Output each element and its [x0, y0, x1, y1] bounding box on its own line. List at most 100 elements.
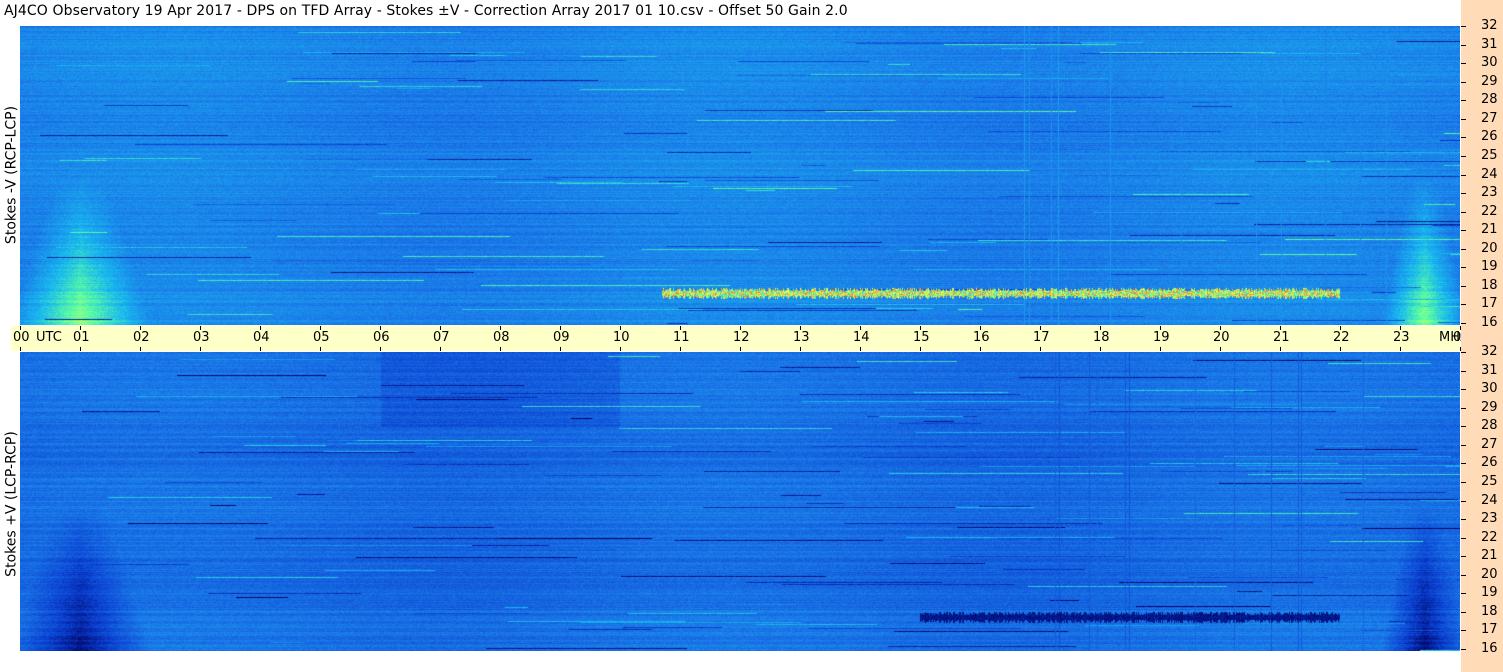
freq-tick-mark — [1461, 537, 1466, 539]
time-tick-label: 13 — [793, 330, 810, 345]
freq-tick-label: 19 — [1481, 585, 1498, 601]
freq-tick-mark — [1461, 593, 1466, 595]
time-tick-label: 02 — [133, 330, 150, 345]
time-tick-mark — [380, 347, 381, 351]
time-tick-mark — [1100, 347, 1101, 351]
freq-tick-label: 16 — [1481, 641, 1498, 656]
time-tick-mark — [680, 347, 681, 351]
freq-tick-mark — [1461, 389, 1466, 391]
time-tick-mark — [740, 347, 741, 351]
time-tick-mark — [620, 347, 621, 351]
time-tick-label: 20 — [1213, 330, 1230, 345]
freq-tick-label: 21 — [1481, 548, 1498, 564]
freq-tick-mark — [1461, 137, 1466, 139]
freq-tick-mark — [1461, 649, 1466, 650]
spectrogram-top-canvas — [20, 26, 1460, 325]
time-tick-label: 07 — [433, 330, 450, 345]
freq-tick-label: 25 — [1481, 147, 1498, 163]
time-tick-mark — [20, 347, 21, 351]
freq-tick-label: 31 — [1481, 362, 1498, 378]
freq-tick-label: 23 — [1481, 511, 1498, 527]
time-tick-label: 11 — [673, 330, 690, 345]
freq-tick-label: 29 — [1481, 73, 1498, 89]
time-tick-mark — [260, 347, 261, 351]
spectrogram-bottom-canvas — [20, 352, 1460, 651]
freq-tick-label: 27 — [1481, 110, 1498, 126]
freq-tick-mark — [1461, 481, 1466, 483]
freq-tick-mark — [1461, 463, 1466, 465]
freq-tick-mark — [1461, 118, 1466, 120]
time-tick-label: 22 — [1333, 330, 1350, 345]
freq-tick-label: 19 — [1481, 259, 1498, 275]
freq-tick-label: 32 — [1481, 18, 1498, 33]
time-tick-mark — [80, 347, 81, 351]
freq-tick-label: 21 — [1481, 222, 1498, 238]
time-tick-mark — [1160, 347, 1161, 351]
freq-tick-label: 24 — [1481, 492, 1498, 508]
time-tick-label: 23 — [1393, 330, 1410, 345]
time-tick-label: 08 — [493, 330, 510, 345]
time-tick-label: 04 — [253, 330, 270, 345]
freq-tick-label: 18 — [1481, 277, 1498, 293]
freq-tick-label: 24 — [1481, 166, 1498, 182]
time-tick-label: 09 — [553, 330, 570, 345]
spectrogram-bottom — [20, 352, 1460, 651]
freq-tick-mark — [1461, 323, 1466, 324]
time-tick-mark — [1220, 347, 1221, 351]
time-tick-mark — [800, 347, 801, 351]
chart-title: AJ4CO Observatory 19 Apr 2017 - DPS on T… — [4, 3, 848, 19]
time-tick-mark — [1280, 347, 1281, 351]
time-tick-mark — [140, 347, 141, 351]
freq-tick-mark — [1461, 81, 1466, 83]
time-tick-mark — [920, 347, 921, 351]
freq-tick-mark — [1461, 26, 1466, 27]
freq-tick-label: 28 — [1481, 418, 1498, 434]
time-tick-label: 19 — [1153, 330, 1170, 345]
freq-tick-mark — [1461, 370, 1466, 372]
freq-tick-label: 23 — [1481, 185, 1498, 201]
spectrogram-top — [20, 26, 1460, 325]
freq-tick-mark — [1461, 304, 1466, 306]
freq-tick-mark — [1461, 230, 1466, 232]
freq-tick-label: 22 — [1481, 529, 1498, 545]
freq-tick-mark — [1461, 100, 1466, 102]
time-tick-mark — [560, 347, 561, 351]
time-tick-label: 10 — [613, 330, 630, 345]
time-tick-mark — [440, 347, 441, 351]
freq-tick-label: 22 — [1481, 203, 1498, 219]
top-panel-ylabel: Stokes -V (RCP-LCP) — [3, 105, 20, 245]
time-tick-label: 12 — [733, 330, 750, 345]
freq-tick-label: 17 — [1481, 296, 1498, 312]
freq-tick-mark — [1461, 44, 1466, 46]
freq-tick-label: 30 — [1481, 381, 1498, 397]
freq-tick-mark — [1461, 63, 1466, 65]
freq-tick-mark — [1461, 155, 1466, 157]
freq-tick-mark — [1461, 426, 1466, 428]
frequency-axis: 16 17 18 19 20 21 22 23 24 25 26 27 28 29 30 31 32 16 17 18… — [1461, 0, 1503, 672]
time-tick-mark — [980, 347, 981, 351]
freq-tick-label: 27 — [1481, 436, 1498, 452]
freq-tick-mark — [1461, 193, 1466, 195]
time-tick-label: 06 — [373, 330, 390, 345]
time-axis: 00 01 02 03 04 05 06 07 08 09 10 11 12 13 14 15 16 17 18 19… — [11, 326, 1470, 351]
freq-tick-mark — [1461, 611, 1466, 613]
freq-tick-label: 26 — [1481, 129, 1498, 145]
time-tick-label: 00 — [13, 330, 30, 345]
freq-tick-mark — [1461, 285, 1466, 287]
freq-tick-mark — [1461, 444, 1466, 446]
freq-tick-mark — [1461, 500, 1466, 502]
time-tick-label: 21 — [1273, 330, 1290, 345]
time-tick-label: 03 — [193, 330, 210, 345]
freq-tick-label: 17 — [1481, 622, 1498, 638]
time-tick-label: 05 — [313, 330, 330, 345]
time-tick-label: 18 — [1093, 330, 1110, 345]
freq-tick-mark — [1461, 407, 1466, 409]
freq-tick-mark — [1461, 267, 1466, 269]
freq-tick-mark — [1461, 174, 1466, 176]
freq-tick-mark — [1461, 519, 1466, 521]
time-tick-label: 15 — [913, 330, 930, 345]
time-tick-label: 01 — [73, 330, 90, 345]
freq-tick-label: 32 — [1481, 344, 1498, 359]
freq-tick-label: 29 — [1481, 399, 1498, 415]
time-tick-mark — [1340, 347, 1341, 351]
